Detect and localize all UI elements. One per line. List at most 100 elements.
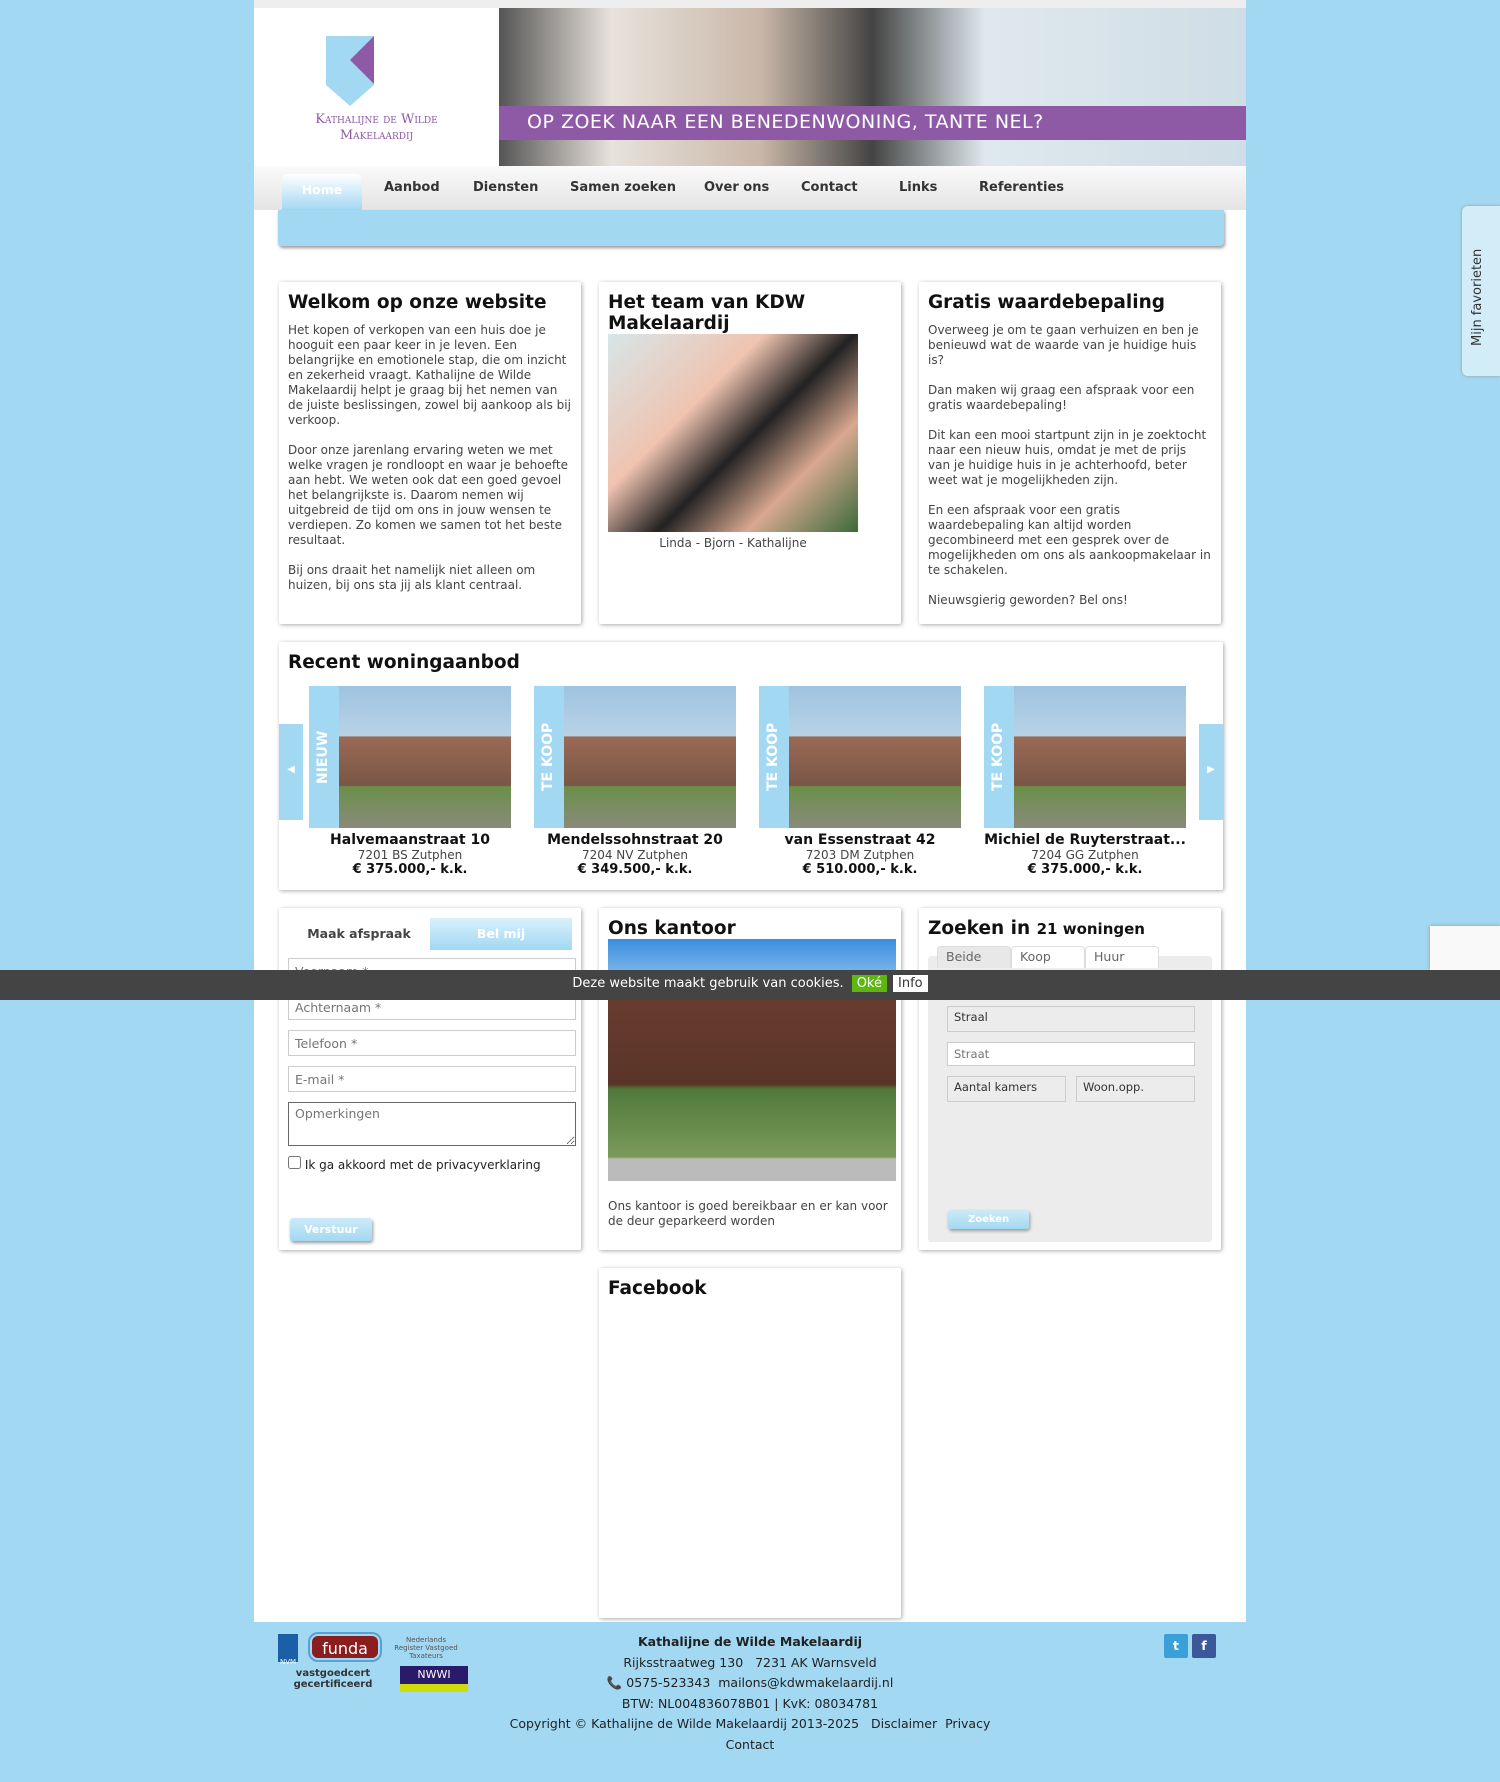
footer-privacy-link[interactable]: Privacy [945, 1716, 990, 1731]
recent-title: Recent woningaanbod [288, 652, 520, 673]
favorites-tab[interactable]: Mijn favorieten [1462, 206, 1500, 376]
listing-street: van Essenstraat 42 [784, 832, 936, 848]
favorites-label: Mijn favorieten [1470, 248, 1485, 346]
footer-contact-link[interactable]: Contact [726, 1737, 775, 1752]
listing-city: 7203 DM Zutphen [805, 848, 915, 862]
phone-input[interactable] [288, 1030, 576, 1056]
listing-card[interactable]: TE KOOP Michiel de Ruyterstraat... 7204 GG… [984, 686, 1186, 877]
carousel-next-button[interactable]: ▶ [1199, 724, 1223, 820]
recent-listings-panel: Recent woningaanbod ◀ ▶ NIEUW Halvemaanst… [279, 642, 1223, 890]
remarks-textarea[interactable] [288, 1102, 576, 1146]
team-panel: Het team van KDW Makelaardij Linda - Bjo… [599, 282, 901, 624]
footer-email[interactable]: mailons@kdwmakelaardij.nl [718, 1675, 893, 1690]
privacy-link[interactable]: privacyverklaring [436, 1158, 541, 1172]
street-input[interactable] [947, 1042, 1195, 1066]
recaptcha-badge[interactable] [1430, 926, 1500, 970]
office-title: Ons kantoor [608, 918, 736, 939]
carousel-prev-button[interactable]: ◀ [279, 724, 303, 820]
radius-select[interactable]: Straal [947, 1006, 1195, 1032]
listing-photo: TE KOOP [759, 686, 961, 828]
valuation-panel: Gratis waardebepaling Overweeg je om te … [919, 282, 1221, 624]
twitter-icon[interactable]: t [1164, 1634, 1188, 1658]
listing-street: Halvemaanstraat 10 [330, 832, 490, 848]
team-title: Het team van KDW Makelaardij [608, 292, 806, 334]
valuation-text: Overweeg je om te gaan verhuizen en ben … [928, 323, 1199, 367]
listing-status-badge: TE KOOP [759, 686, 789, 828]
main-nav: Home Aanbod Diensten Samen zoeken Over o… [254, 166, 1246, 210]
listing-city: 7204 NV Zutphen [581, 848, 689, 862]
privacy-agree-label: Ik ga akkoord met de [304, 1158, 433, 1172]
facebook-icon[interactable]: f [1192, 1634, 1216, 1658]
footer: NVM funda Nederlands Register Vastgoed T… [254, 1622, 1246, 1755]
listing-card[interactable]: NIEUW Halvemaanstraat 10 7201 BS Zutphen € … [309, 686, 511, 877]
facebook-panel: Facebook [599, 1268, 901, 1618]
tab-bel-mij[interactable]: Bel mij [430, 918, 572, 950]
logo[interactable]: Kathalijne de Wilde Makelaardij [254, 8, 499, 166]
listing-city: 7201 BS Zutphen [357, 848, 463, 862]
nav-samen-zoeken[interactable]: Samen zoeken [570, 180, 676, 195]
nav-home[interactable]: Home [282, 174, 362, 210]
tab-maak-afspraak[interactable]: Maak afspraak [288, 918, 430, 950]
rooms-select[interactable]: Aantal kamers [947, 1076, 1066, 1102]
office-text: Ons kantoor is goed bereikbaar en er kan… [608, 1199, 888, 1228]
tab-huur[interactable]: Huur [1085, 946, 1159, 968]
cookie-ok-button[interactable]: Oké [851, 975, 887, 992]
search-title-text: Zoeken in [928, 918, 1031, 939]
listing-price: € 510.000,- k.k. [802, 862, 918, 877]
footer-disclaimer-link[interactable]: Disclaimer [871, 1716, 937, 1731]
nav-links[interactable]: Links [899, 180, 937, 195]
footer-btw: BTW: NL004836078B01 | KvK: 08034781 [621, 1695, 879, 1711]
search-button[interactable]: Zoeken [948, 1210, 1030, 1229]
listing-status-badge: TE KOOP [984, 686, 1014, 828]
tab-koop[interactable]: Koop [1011, 946, 1085, 968]
listing-price: € 375.000,- k.k. [1027, 862, 1143, 877]
area-select[interactable]: Woon.opp. [1076, 1076, 1195, 1102]
submit-button[interactable]: Verstuur [290, 1218, 372, 1241]
footer-copyright: Copyright © Kathalijne de Wilde Makelaar… [509, 1716, 860, 1731]
listing-card[interactable]: TE KOOP Mendelssohnstraat 20 7204 NV Zutph… [534, 686, 736, 877]
vastgoedcert-logo[interactable]: vastgoedcert gecertificeerd [278, 1668, 388, 1690]
nvm-logo[interactable]: NVM [278, 1634, 298, 1666]
banner-text: OP ZOEK NAAR EEN BENEDENWONING, TANTE NE… [499, 106, 1246, 140]
welcome-text: Het kopen of verkopen van een huis doe j… [288, 323, 571, 427]
nrvt-logo[interactable]: Nederlands Register Vastgoed Taxateurs [392, 1636, 460, 1660]
team-photo [608, 334, 858, 532]
valuation-text: Dan maken wij graag een afspraak voor ee… [928, 383, 1195, 412]
nwwi-logo[interactable]: NWWI [400, 1666, 468, 1692]
funda-logo[interactable]: funda [310, 1634, 380, 1660]
listing-photo: TE KOOP [534, 686, 736, 828]
office-panel: Ons kantoor Ons kantoor is goed bereikba… [599, 908, 901, 1250]
cookie-info-button[interactable]: Info [893, 975, 928, 992]
listing-street: Mendelssohnstraat 20 [547, 832, 723, 848]
page-container: Kathalijne de Wilde Makelaardij OP ZOEK N… [254, 0, 1246, 1622]
listing-card[interactable]: TE KOOP van Essenstraat 42 7203 DM Zutphen… [759, 686, 961, 877]
header-banner: OP ZOEK NAAR EEN BENEDENWONING, TANTE NE… [499, 8, 1246, 166]
email-input[interactable] [288, 1066, 576, 1092]
listing-status-badge: NIEUW [309, 686, 339, 828]
logo-subname: Makelaardij [339, 128, 414, 143]
nav-diensten[interactable]: Diensten [473, 180, 538, 195]
phone-icon: 📞 [606, 1675, 623, 1690]
cookie-bar: Deze website maakt gebruik van cookies. O… [0, 970, 1500, 1000]
valuation-text: En een afspraak voor een gratis waardebe… [928, 503, 1211, 577]
nav-referenties[interactable]: Referenties [979, 180, 1064, 195]
privacy-checkbox[interactable] [288, 1156, 301, 1169]
listing-city: 7204 GG Zutphen [1031, 848, 1139, 862]
welcome-panel: Welkom op onze website Het kopen of verk… [279, 282, 581, 624]
nav-aanbod[interactable]: Aanbod [384, 180, 440, 195]
search-count: 21 woningen [1036, 920, 1145, 938]
listing-price: € 349.500,- k.k. [577, 862, 693, 877]
listing-price: € 375.000,- k.k. [352, 862, 468, 877]
team-caption: Linda - Bjorn - Kathalijne [659, 536, 807, 550]
nav-over-ons[interactable]: Over ons [704, 180, 769, 195]
search-panel: Zoeken in 21 woningen Beide Koop Huur Stra… [919, 908, 1221, 1250]
welcome-text: Bij ons draait het namelijk niet alleen … [288, 563, 536, 592]
listing-photo: NIEUW [309, 686, 511, 828]
valuation-title: Gratis waardebepaling [928, 292, 1166, 313]
appointment-panel: Maak afspraak Bel mij Ik ga akkoord met … [279, 908, 581, 1250]
valuation-text: Dit kan een mooi startpunt zijn in je zo… [928, 428, 1207, 487]
tab-beide[interactable]: Beide [937, 946, 1011, 968]
footer-phone[interactable]: 0575-523343 [626, 1675, 710, 1690]
listing-street: Michiel de Ruyterstraat... [984, 832, 1186, 848]
nav-contact[interactable]: Contact [801, 180, 858, 195]
